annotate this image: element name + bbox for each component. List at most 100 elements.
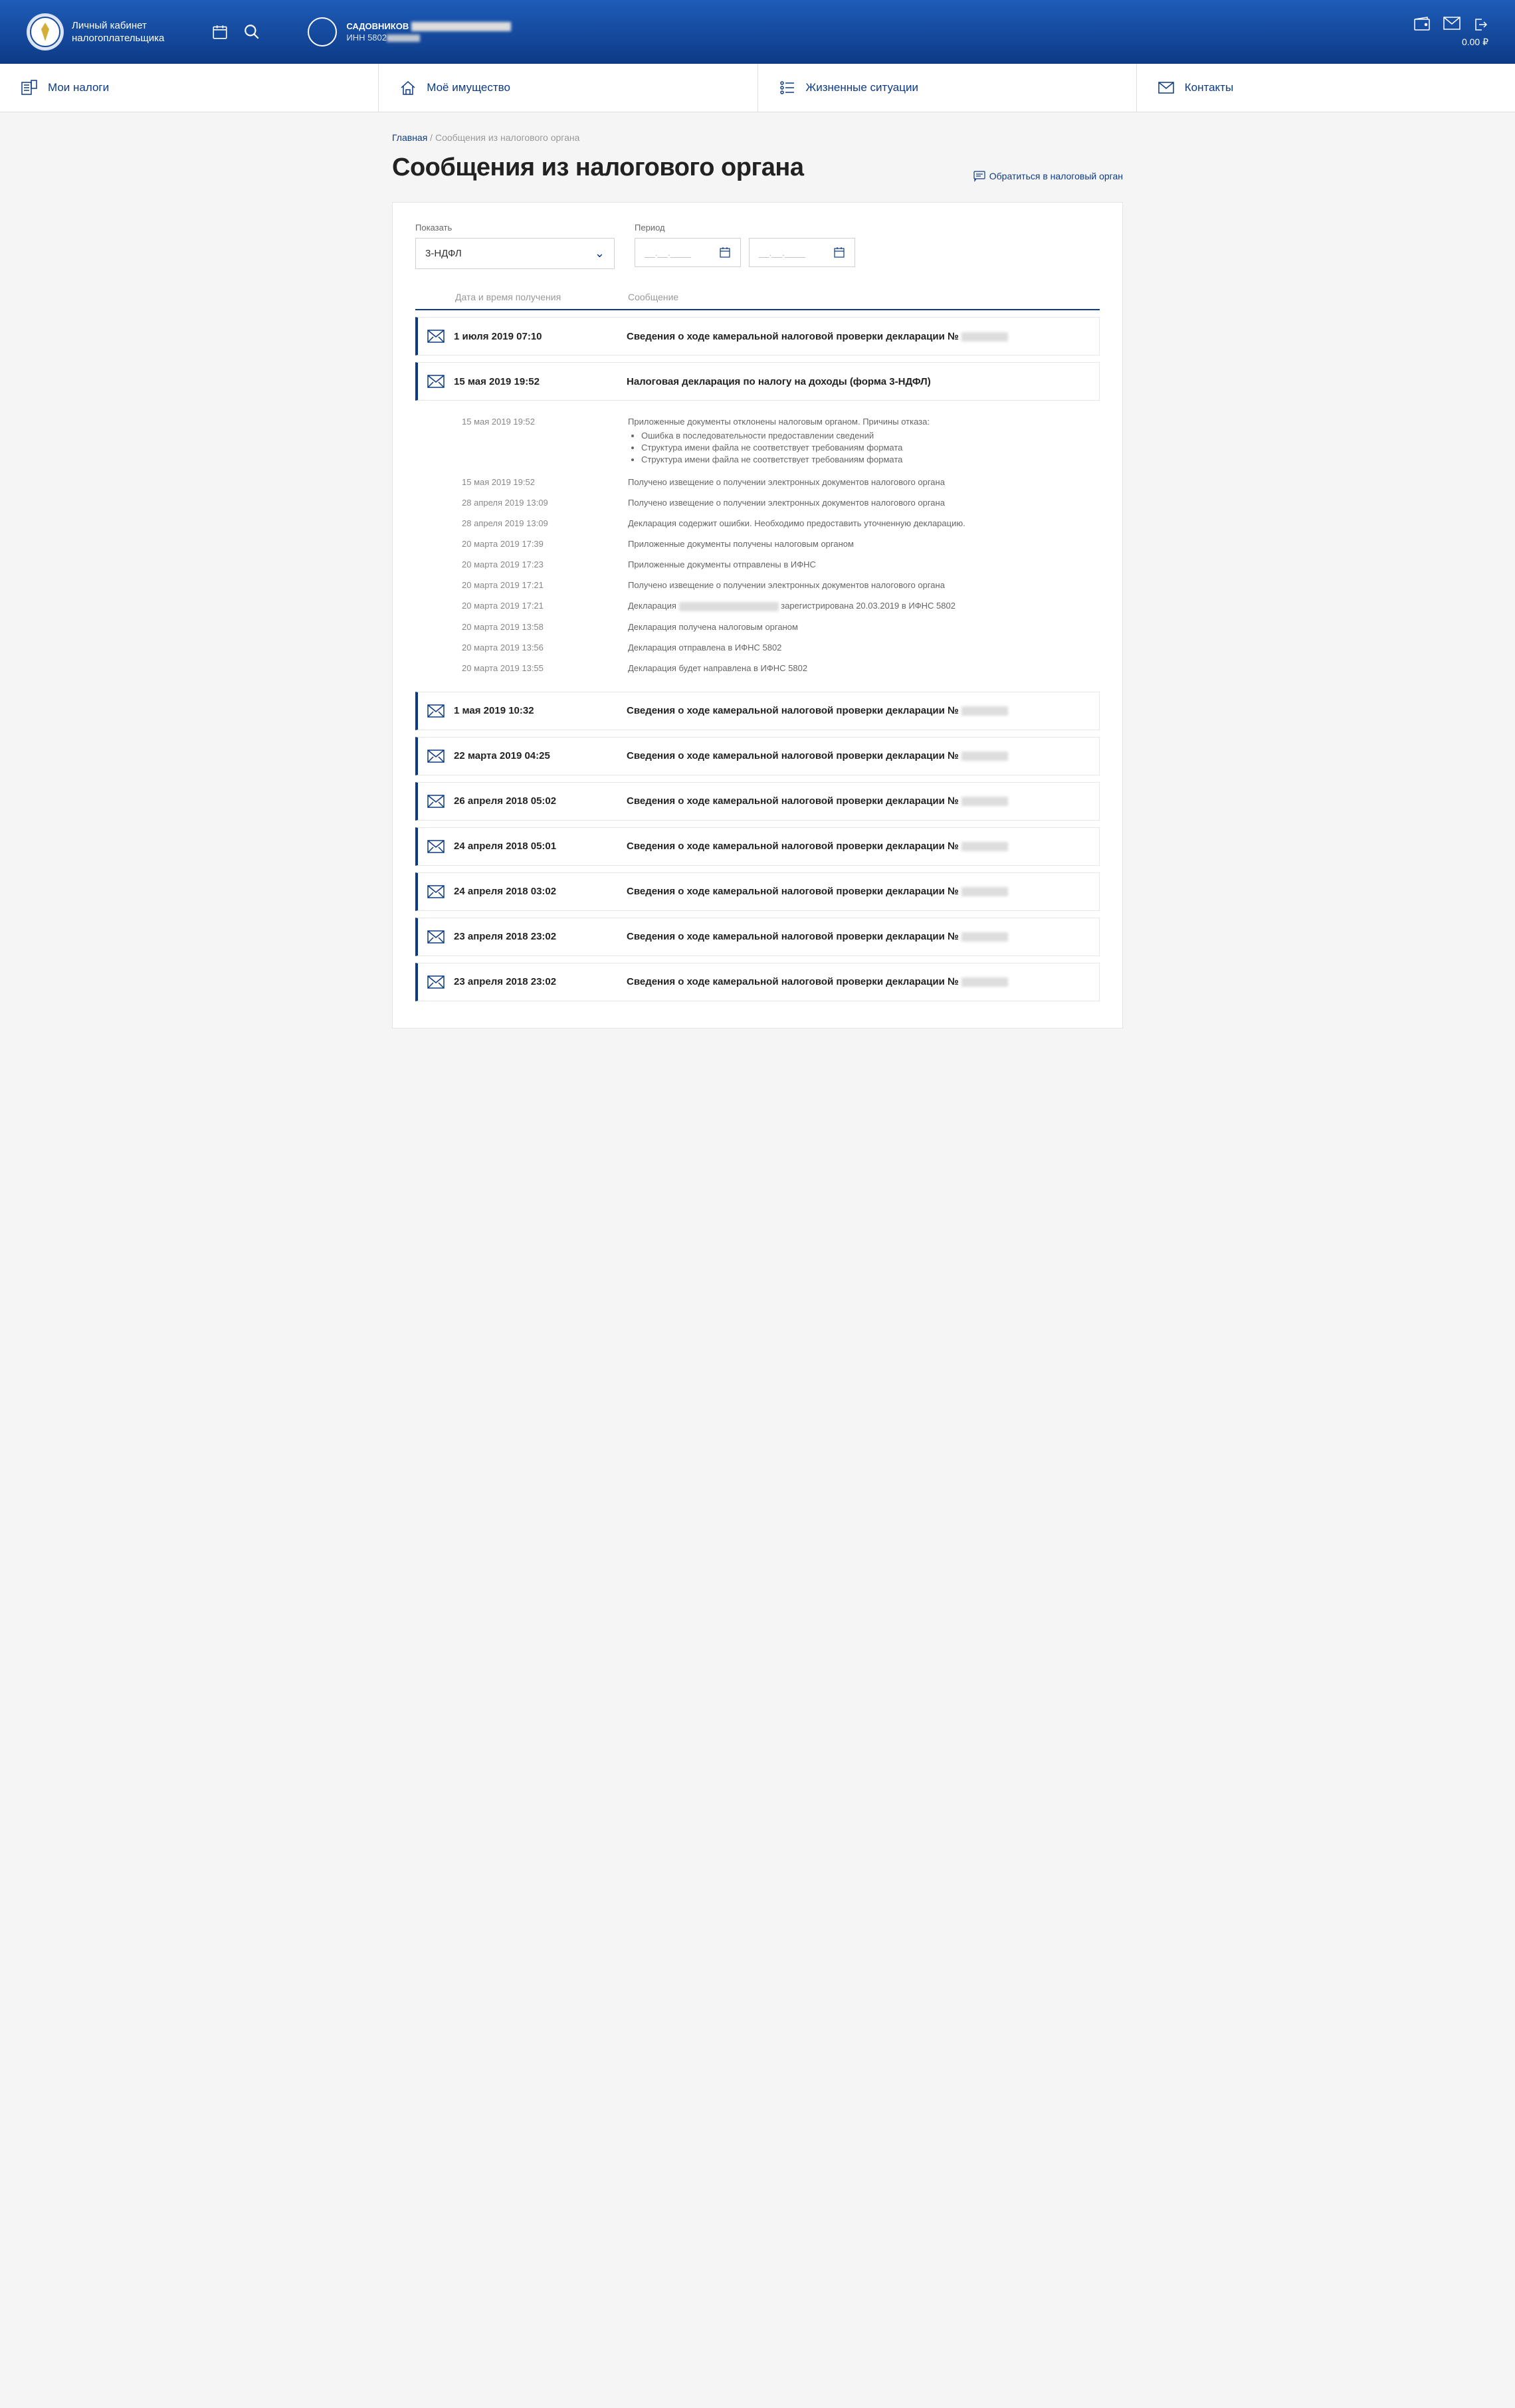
app-title-line1: Личный кабинет [72, 19, 164, 33]
message-row[interactable]: 22 марта 2019 04:25Сведения о ходе камер… [415, 737, 1100, 775]
main-nav: Мои налоги Моё имущество Жизненные ситуа… [0, 64, 1515, 112]
chat-icon [973, 170, 985, 182]
history-date: 28 апреля 2019 13:09 [462, 518, 628, 528]
show-value: 3-НДФЛ [425, 248, 462, 259]
envelope-icon [427, 840, 454, 853]
property-icon [399, 78, 417, 97]
date-from-input[interactable]: __.__.____ [635, 238, 741, 267]
envelope-icon [427, 795, 454, 808]
contact-tax-link[interactable]: Обратиться в налоговый орган [973, 170, 1123, 182]
redacted-number [961, 332, 1008, 342]
mail-icon[interactable] [1443, 17, 1461, 33]
redacted-number [961, 932, 1008, 942]
history-text: Декларация отправлена в ИФНС 5802 [628, 643, 1100, 652]
message-row[interactable]: 1 июля 2019 07:10Сведения о ходе камерал… [415, 317, 1100, 355]
history-date: 20 марта 2019 17:21 [462, 580, 628, 590]
message-row[interactable]: 23 апреля 2018 23:02Сведения о ходе каме… [415, 963, 1100, 1001]
nav-taxes[interactable]: Мои налоги [0, 64, 379, 112]
message-date: 1 июля 2019 07:10 [454, 331, 627, 342]
history-row: 20 марта 2019 13:55Декларация будет напр… [462, 658, 1100, 678]
envelope-icon [427, 975, 454, 989]
history-text: Приложенные документы получены налоговым… [628, 539, 1100, 549]
history-row: 20 марта 2019 17:21Получено извещение о … [462, 575, 1100, 595]
balance: 0.00 ₽ [1462, 37, 1488, 48]
history-text: Получено извещение о получении электронн… [628, 498, 1100, 508]
message-row[interactable]: 1 мая 2019 10:32Сведения о ходе камераль… [415, 692, 1100, 730]
message-subject: Налоговая декларация по налогу на доходы… [627, 376, 1090, 387]
history-row: 20 марта 2019 13:58Декларация получена н… [462, 617, 1100, 637]
breadcrumb-home[interactable]: Главная [392, 132, 427, 143]
nav-situations[interactable]: Жизненные ситуации [758, 64, 1137, 112]
user-inn: ИНН 5802 [346, 33, 387, 43]
history-date: 20 марта 2019 17:23 [462, 559, 628, 569]
redacted-name [411, 22, 511, 31]
history-date: 20 марта 2019 17:39 [462, 539, 628, 549]
message-row[interactable]: 15 мая 2019 19:52Налоговая декларация по… [415, 362, 1100, 401]
taxes-icon [20, 78, 39, 97]
redacted-number [961, 752, 1008, 761]
message-date: 26 апреля 2018 05:02 [454, 795, 627, 807]
message-row[interactable]: 26 апреля 2018 05:02Сведения о ходе каме… [415, 782, 1100, 821]
show-select[interactable]: 3-НДФЛ ⌄ [415, 238, 615, 269]
nav-property[interactable]: Моё имущество [379, 64, 758, 112]
app-title-line2: налогоплательщика [72, 32, 164, 45]
history-row: 15 мая 2019 19:52Получено извещение о по… [462, 472, 1100, 492]
message-date: 22 марта 2019 04:25 [454, 750, 627, 761]
history-text: Декларация содержит ошибки. Необходимо п… [628, 518, 1100, 528]
history-text: Декларация получена налоговым органом [628, 622, 1100, 632]
envelope-icon [427, 930, 454, 944]
redacted-number [961, 842, 1008, 851]
history-row: 20 марта 2019 17:23Приложенные документы… [462, 554, 1100, 575]
redacted-number [961, 887, 1008, 896]
message-subject: Сведения о ходе камеральной налоговой пр… [627, 976, 1090, 987]
nav-contacts-label: Контакты [1185, 81, 1233, 94]
wallet-icon[interactable] [1414, 17, 1431, 33]
nav-situations-label: Жизненные ситуации [806, 81, 918, 94]
message-subject: Сведения о ходе камеральной налоговой пр… [627, 705, 1090, 716]
nav-contacts[interactable]: Контакты [1137, 64, 1515, 112]
history-text: Приложенные документы отклонены налоговы… [628, 417, 1100, 466]
history-text: Получено извещение о получении электронн… [628, 477, 1100, 487]
calendar-icon[interactable] [211, 23, 229, 41]
message-history: 15 мая 2019 19:52 Приложенные документы о… [415, 407, 1100, 692]
history-date: 20 марта 2019 13:55 [462, 663, 628, 673]
redacted-text [679, 602, 779, 611]
user-block[interactable]: САДОВНИКОВ ИНН 5802 [308, 17, 511, 47]
logout-icon[interactable] [1472, 17, 1488, 33]
message-date: 15 мая 2019 19:52 [454, 376, 627, 387]
date-to-input[interactable]: __.__.____ [749, 238, 855, 267]
history-text: Декларация будет направлена в ИФНС 5802 [628, 663, 1100, 673]
nav-property-label: Моё имущество [427, 81, 510, 94]
message-row[interactable]: 23 апреля 2018 23:02Сведения о ходе каме… [415, 918, 1100, 956]
messages-list: 1 июля 2019 07:10Сведения о ходе камерал… [415, 317, 1100, 1001]
message-row[interactable]: 24 апреля 2018 03:02Сведения о ходе каме… [415, 872, 1100, 911]
message-row[interactable]: 24 апреля 2018 05:01Сведения о ходе каме… [415, 827, 1100, 866]
logo-block[interactable]: Личный кабинет налогоплательщика [27, 13, 164, 50]
message-subject: Сведения о ходе камеральной налоговой пр… [627, 931, 1090, 942]
history-row: 28 апреля 2019 13:09Получено извещение о… [462, 492, 1100, 513]
fns-logo-icon [27, 13, 64, 50]
message-date: 24 апреля 2018 05:01 [454, 841, 627, 852]
message-date: 24 апреля 2018 03:02 [454, 886, 627, 897]
user-name: САДОВНИКОВ [346, 21, 409, 31]
history-row: 20 марта 2019 17:21Декларация зарегистри… [462, 595, 1100, 617]
envelope-icon [427, 375, 454, 388]
message-date: 23 апреля 2018 23:02 [454, 931, 627, 942]
avatar-icon [308, 17, 337, 47]
message-date: 23 апреля 2018 23:02 [454, 976, 627, 987]
message-subject: Сведения о ходе камеральной налоговой пр… [627, 886, 1090, 897]
app-header: Личный кабинет налогоплательщика САДОВНИ… [0, 0, 1515, 64]
redacted-inn [387, 35, 420, 42]
contacts-icon [1157, 78, 1175, 97]
period-label: Период [635, 223, 855, 233]
envelope-icon [427, 750, 454, 763]
history-date: 15 мая 2019 19:52 [462, 477, 628, 487]
search-icon[interactable] [243, 23, 261, 41]
message-subject: Сведения о ходе камеральной налоговой пр… [627, 331, 1090, 342]
history-text: Получено извещение о получении электронн… [628, 580, 1100, 590]
history-text: Декларация зарегистрирована 20.03.2019 в… [628, 601, 1100, 611]
contact-link-label: Обратиться в налоговый орган [989, 171, 1123, 181]
messages-card: Показать 3-НДФЛ ⌄ Период __.__.____ __._… [392, 202, 1123, 1029]
calendar-small-icon [719, 247, 731, 258]
page-title: Сообщения из налогового органа [392, 153, 804, 182]
